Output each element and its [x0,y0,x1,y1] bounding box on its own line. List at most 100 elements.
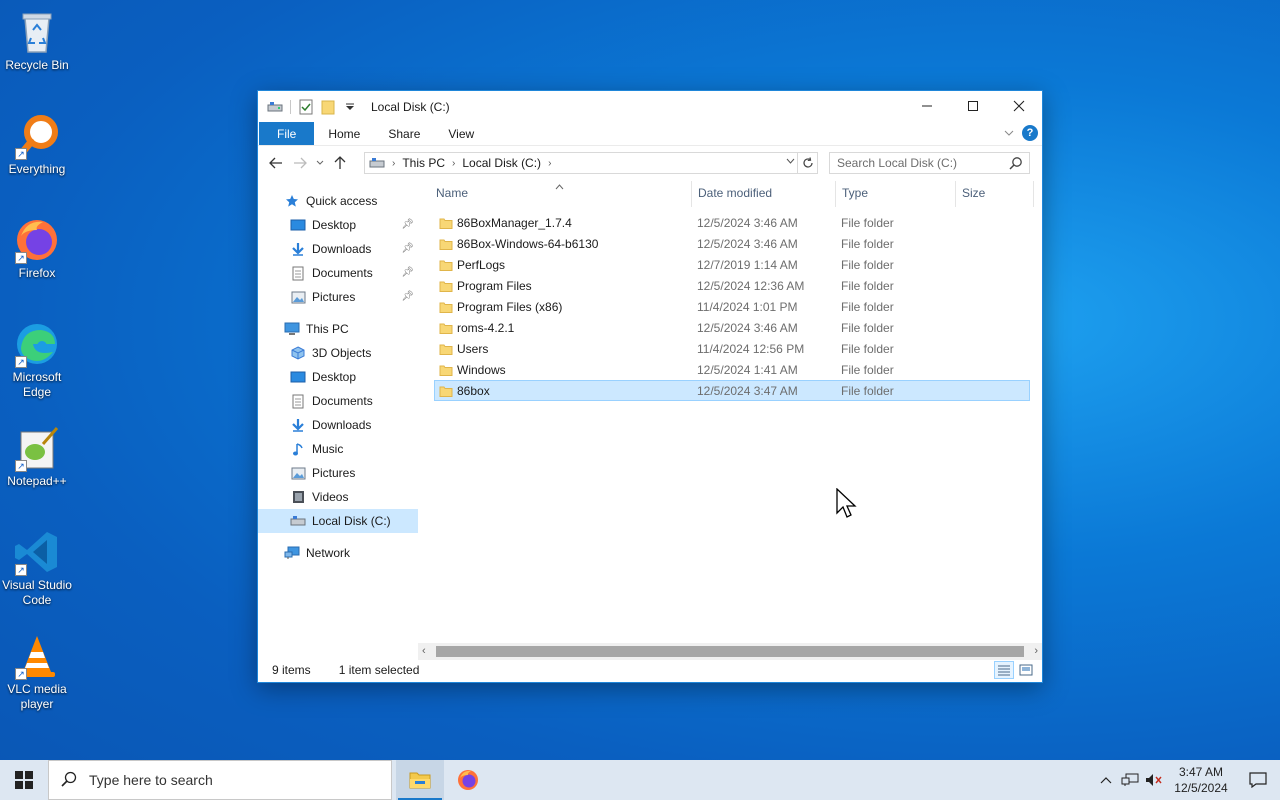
search-box[interactable] [829,152,1030,174]
search-icon[interactable] [1009,156,1023,173]
column-header-type[interactable]: Type [836,181,956,207]
file-row[interactable]: Program Files (x86) 11/4/2024 1:01 PM Fi… [434,296,1030,317]
customize-quick-access-icon[interactable] [341,98,359,116]
breadcrumb-this-pc[interactable]: This PC [398,156,449,170]
show-hidden-icons-chevron-icon[interactable] [1094,760,1118,800]
desktop-icon-label: Notepad++ [7,474,67,488]
minimize-button[interactable] [904,91,950,121]
file-row[interactable]: roms-4.2.1 12/5/2024 3:46 AM File folder [434,317,1030,338]
start-button[interactable] [0,760,48,800]
large-icons-view-button[interactable] [1016,661,1036,679]
nav-desktop[interactable]: Desktop [258,365,418,389]
nav-downloads[interactable]: Downloads [258,413,418,437]
nav-this-pc[interactable]: This PC [258,317,418,341]
taskbar-firefox[interactable] [444,760,492,800]
breadcrumb-local-disk[interactable]: Local Disk (C:) [458,156,545,170]
network-status-icon[interactable] [1118,760,1142,800]
tab-view[interactable]: View [434,122,488,145]
scroll-right-icon[interactable]: › [1034,645,1038,657]
nav-item-label: 3D Objects [312,346,372,360]
notification-center-button[interactable] [1236,760,1280,800]
address-bar[interactable]: › This PC › Local Disk (C:) › [364,152,818,174]
file-row[interactable]: Windows 12/5/2024 1:41 AM File folder [434,359,1030,380]
refresh-button[interactable] [797,153,817,173]
desktop-icon-vlc[interactable]: ↗ VLC media player [0,632,74,712]
search-input[interactable] [837,156,1007,170]
nav-quick-desktop[interactable]: Desktop 📌︎ [258,213,418,237]
nav-pictures[interactable]: Pictures [258,461,418,485]
tab-home[interactable]: Home [314,122,374,145]
nav-local-disk[interactable]: Local Disk (C:) [258,509,418,533]
nav-item-label: Documents [312,266,373,280]
file-date: 11/4/2024 12:56 PM [697,342,805,356]
desktop-icon-firefox[interactable]: ↗ Firefox [0,216,74,281]
drive-icon [365,157,389,169]
file-list-pane: Name Date modified Type Size 86BoxManage… [430,181,1042,651]
new-folder-icon[interactable] [319,98,337,116]
file-row[interactable]: PerfLogs 12/7/2019 1:14 AM File folder [434,254,1030,275]
desktop-icon-notepadpp[interactable]: ↗ Notepad++ [0,424,74,489]
taskbar-file-explorer[interactable] [396,760,444,800]
file-row[interactable]: Program Files 12/5/2024 12:36 AM File fo… [434,275,1030,296]
nav-quick-documents[interactable]: Documents 📌︎ [258,261,418,285]
nav-quick-access[interactable]: Quick access [258,189,418,213]
recent-locations-button[interactable] [312,151,328,175]
shortcut-arrow-icon: ↗ [15,460,27,472]
details-view-button[interactable] [994,661,1014,679]
up-button[interactable] [328,151,352,175]
desktop-icon-label: Microsoft Edge [12,370,62,399]
close-button[interactable] [996,91,1042,121]
maximize-button[interactable] [950,91,996,121]
column-header-name[interactable]: Name [430,181,692,207]
forward-button[interactable] [288,151,312,175]
firefox-icon [458,770,478,790]
help-icon[interactable]: ? [1022,125,1038,141]
desktop-icon-vscode[interactable]: ↗ Visual Studio Code [0,528,74,608]
nav-network[interactable]: Network [258,541,418,565]
properties-icon[interactable] [297,98,315,116]
file-date: 12/5/2024 12:36 AM [697,279,805,293]
scroll-left-icon[interactable]: ‹ [422,645,426,657]
breadcrumb-chevron-icon[interactable]: › [449,158,458,169]
firefox-icon: ↗ [13,216,61,264]
breadcrumb-chevron-icon[interactable]: › [545,158,554,169]
drive-icon[interactable] [266,98,284,116]
back-button[interactable] [264,151,288,175]
desktop-icon-label: Everything [8,162,66,176]
nav-quick-pictures[interactable]: Pictures 📌︎ [258,285,418,309]
column-header-date-modified[interactable]: Date modified [692,181,836,207]
shortcut-arrow-icon: ↗ [15,564,27,576]
expand-ribbon-icon[interactable] [1004,126,1014,140]
tab-file[interactable]: File [259,122,315,145]
column-header-size[interactable]: Size [956,181,1034,207]
tab-share[interactable]: Share [374,122,434,145]
documents-icon [290,265,306,281]
file-name: Program Files [457,279,532,293]
file-date: 12/5/2024 3:47 AM [697,384,798,398]
address-dropdown-icon[interactable] [786,156,795,166]
file-row[interactable]: 86BoxManager_1.7.4 12/5/2024 3:46 AM Fil… [434,212,1030,233]
breadcrumb-chevron-icon[interactable]: › [389,158,398,169]
nav-documents[interactable]: Documents [258,389,418,413]
desktop-icon-everything[interactable]: ↗ Everything [0,112,74,177]
taskbar-search-box[interactable] [48,760,392,800]
title-bar[interactable]: Local Disk (C:) [258,91,1042,122]
desktop-icon-edge[interactable]: ↗ Microsoft Edge [0,320,74,400]
file-row[interactable]: 86Box-Windows-64-b6130 12/5/2024 3:46 AM… [434,233,1030,254]
nav-3d-objects[interactable]: 3D Objects [258,341,418,365]
folder-icon [439,258,453,275]
desktop-icon-recycle-bin[interactable]: Recycle Bin [0,8,74,73]
pin-icon: 📌︎ [401,267,414,278]
system-clock[interactable]: 3:47 AM 12/5/2024 [1166,764,1236,796]
nav-videos[interactable]: Videos [258,485,418,509]
nav-music[interactable]: Music [258,437,418,461]
nav-item-label: Videos [312,490,349,504]
file-row-selected[interactable]: 86box 12/5/2024 3:47 AM File folder [434,380,1030,401]
file-row[interactable]: Users 11/4/2024 12:56 PM File folder [434,338,1030,359]
nav-quick-downloads[interactable]: Downloads 📌︎ [258,237,418,261]
scrollbar-thumb[interactable] [436,646,1024,657]
content-area: Quick access Desktop 📌︎ Downloads 📌︎ Doc… [258,181,1042,651]
volume-muted-icon[interactable] [1142,760,1166,800]
taskbar-search-input[interactable] [89,772,369,788]
